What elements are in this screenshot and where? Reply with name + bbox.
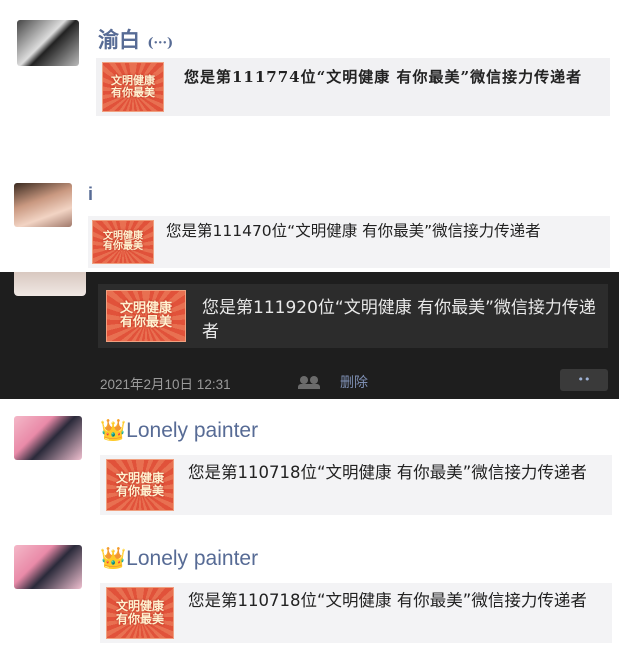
link-title: 您是第110718位“文明健康 有你最美”微信接力传递者	[188, 463, 587, 482]
avatar[interactable]	[14, 416, 82, 460]
author-name-suffix: (···)	[147, 36, 174, 51]
moment-post-2: i 文明健康 有你最美 您是第111470位“文明健康 有你最美”微信接力传递者	[0, 128, 619, 272]
moment-post-1: 渝白 (···) 文明健康 有你最美 您是第111774位“文明健康 有你最美”微…	[0, 0, 619, 128]
moment-post-5: 👑Lonely painter 文明健康 有你最美 您是第110718位“文明健康…	[0, 529, 619, 656]
shared-link-card[interactable]: 文明健康 有你最美 您是第111920位“文明健康 有你最美”微信接力传递者	[98, 284, 608, 348]
delete-link[interactable]: 删除	[340, 372, 368, 392]
more-dots-icon: ••	[577, 373, 591, 386]
crown-emoji-icon: 👑	[100, 547, 127, 570]
link-title: 您是第111470位“文明健康 有你最美”微信接力传递者	[166, 222, 541, 240]
author-name[interactable]: 渝白 (···)	[98, 24, 173, 54]
author-name[interactable]: 👑Lonely painter	[100, 419, 258, 443]
shared-link-card[interactable]: 文明健康 有你最美 您是第111470位“文明健康 有你最美”微信接力传递者	[88, 216, 610, 268]
shared-link-card[interactable]: 文明健康 有你最美 您是第110718位“文明健康 有你最美”微信接力传递者	[100, 583, 612, 643]
link-thumbnail: 文明健康 有你最美	[106, 587, 174, 639]
link-title: 您是第111774位“文明健康 有你最美”微信接力传递者	[184, 68, 583, 86]
moment-post-3: 文明健康 有你最美 您是第111920位“文明健康 有你最美”微信接力传递者 20…	[0, 272, 619, 399]
avatar[interactable]	[17, 20, 79, 66]
avatar[interactable]	[14, 545, 82, 589]
author-name[interactable]: 👑Lonely painter	[100, 547, 258, 571]
link-thumbnail: 文明健康 有你最美	[106, 459, 174, 511]
visibility-icon	[298, 376, 324, 389]
author-name[interactable]: i	[88, 184, 93, 205]
link-title: 您是第111920位“文明健康 有你最美”微信接力传递者	[202, 298, 596, 342]
post-timestamp: 2021年2月10日 12:31	[100, 377, 231, 392]
crown-emoji-icon: 👑	[100, 419, 127, 442]
shared-link-card[interactable]: 文明健康 有你最美 您是第110718位“文明健康 有你最美”微信接力传递者	[100, 455, 612, 515]
link-thumbnail: 文明健康 有你最美	[102, 62, 164, 112]
avatar[interactable]	[14, 183, 72, 227]
moment-post-4: 👑Lonely painter 文明健康 有你最美 您是第110718位“文明健康…	[0, 399, 619, 529]
more-actions-button[interactable]: ••	[560, 369, 608, 391]
shared-link-card[interactable]: 文明健康 有你最美 您是第111774位“文明健康 有你最美”微信接力传递者	[96, 58, 610, 116]
link-thumbnail: 文明健康 有你最美	[92, 220, 154, 264]
link-thumbnail: 文明健康 有你最美	[106, 290, 186, 342]
avatar[interactable]	[14, 272, 86, 296]
link-title: 您是第110718位“文明健康 有你最美”微信接力传递者	[188, 591, 587, 610]
